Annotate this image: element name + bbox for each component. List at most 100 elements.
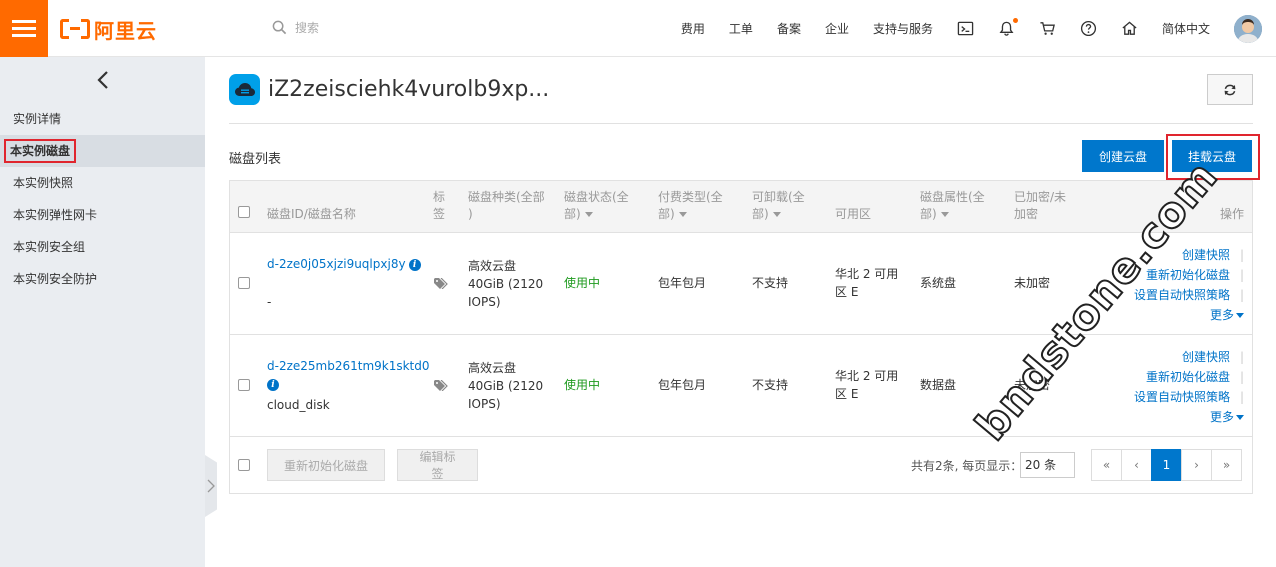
chevron-right-icon [207,479,215,493]
col-encrypted: 已加密/未 加密 [1014,190,1067,221]
disk-name: - [267,295,272,309]
notification-dot [1012,18,1018,23]
disk-attribute: 数据盘 [920,378,957,392]
col-disk-status[interactable]: 磁盘状态(全 部) [564,189,629,223]
reinit-disk-link[interactable]: 重新初始化磁盘 | [1134,367,1244,387]
row-checkbox[interactable] [238,379,250,391]
disk-id-link[interactable]: d-2ze25mb261tm9k1sktd0 [267,359,430,373]
disk-type: 高效云盘 40GiB (2120 IOPS) [468,361,544,411]
col-detachable[interactable]: 可卸载(全 部) [752,189,805,223]
language-switch[interactable]: 简体中文 [1150,20,1222,37]
more-dropdown[interactable]: 更多 [1134,305,1244,325]
next-page-button[interactable]: › [1181,449,1212,481]
page-size-select[interactable]: 20 条 [1020,452,1075,478]
col-actions: 操作 [1219,207,1244,221]
logo-text: 阿里云 [94,18,157,43]
sidebar-item-elastic-nic[interactable]: 本实例弹性网卡 [0,199,205,231]
prev-page-button[interactable]: ‹ [1121,449,1152,481]
create-snapshot-link[interactable]: 创建快照 | [1134,347,1244,367]
nav-fees[interactable]: 费用 [669,20,717,37]
caret-down-icon [1236,313,1244,318]
billing-type: 包年包月 [658,378,707,392]
tag-icon[interactable] [434,278,448,289]
pagination-total: 共有2条, 每页显示： [911,459,1023,473]
search-input[interactable] [295,20,495,35]
create-disk-button[interactable]: 创建云盘 [1082,140,1164,172]
disk-id-link[interactable]: d-2ze0j05xjzi9uqlpxj8y [267,257,406,271]
caret-down-icon [678,212,687,217]
logo[interactable]: 阿里云 [60,17,157,43]
aliyun-logo-icon [60,19,90,39]
user-avatar[interactable] [1234,14,1262,43]
sidebar-item-security-protection[interactable]: 本实例安全防护 [0,263,205,295]
sidebar-item-instance-snapshots[interactable]: 本实例快照 [0,167,205,199]
nav-support[interactable]: 支持与服务 [861,20,945,37]
footer-select-all-checkbox[interactable] [238,459,250,471]
col-disk-attribute[interactable]: 磁盘属性(全 部) [920,189,985,223]
nav-tickets[interactable]: 工单 [717,20,765,37]
search-box [272,20,495,35]
sidebar-collapse-button[interactable] [0,57,205,102]
status-badge: 使用中 [564,378,601,392]
pagination: « ‹ 1 › » [1091,449,1242,481]
info-icon[interactable]: i [267,378,279,391]
disk-table: 磁盘ID/磁盘名称 标签 磁盘种类(全部) 磁盘状态(全 部) 付费类型(全 部) … [229,180,1253,494]
col-tag: 标签 [433,190,446,221]
terminal-icon[interactable] [945,20,986,37]
disk-attribute: 系统盘 [920,276,957,290]
bell-icon[interactable] [986,18,1027,37]
tag-icon[interactable] [434,380,448,391]
billing-type: 包年包月 [658,276,707,290]
chevron-left-icon [96,70,108,89]
encryption-status: 未加密 [1014,276,1051,290]
disk-name: cloud_disk [267,398,330,412]
sidebar-item-instance-details[interactable]: 实例详情 [0,103,205,135]
sidebar-item-security-group[interactable]: 本实例安全组 [0,231,205,263]
zone: 华北 2 可用区 E [835,267,899,299]
cart-icon[interactable] [1027,20,1068,37]
nav-icp[interactable]: 备案 [765,20,813,37]
table-footer: 重新初始化磁盘 编辑标签 共有2条, 每页显示： 20 条 « ‹ 1 › » [230,437,1252,493]
last-page-button[interactable]: » [1211,449,1242,481]
table-header: 磁盘ID/磁盘名称 标签 磁盘种类(全部) 磁盘状态(全 部) 付费类型(全 部) … [230,181,1252,233]
auto-snapshot-policy-link[interactable]: 设置自动快照策略 | [1134,285,1244,305]
col-disk-type[interactable]: 磁盘种类(全部) [468,189,545,223]
table-row: d-2ze25mb261tm9k1sktd0 i cloud_disk 高效云盘 4… [230,335,1252,437]
home-icon[interactable] [1109,20,1150,37]
cloud-server-icon [229,74,260,105]
sidebar-item-instance-disks[interactable]: 本实例磁盘 [0,135,205,167]
select-all-checkbox[interactable] [238,206,250,218]
info-icon[interactable]: i [408,258,421,271]
sidebar-toggle-handle[interactable] [205,455,217,517]
sidebar: 实例详情 本实例磁盘 本实例快照 本实例弹性网卡 本实例安全组 本实例安全防护 [0,57,205,567]
caret-down-icon [584,212,593,217]
status-badge: 使用中 [564,276,601,290]
refresh-icon [1224,84,1236,95]
top-nav: 费用 工单 备案 企业 支持与服务 简体中文 [669,0,1276,57]
detachable: 不支持 [752,276,789,290]
refresh-button[interactable] [1207,74,1253,105]
nav-enterprise[interactable]: 企业 [813,20,861,37]
zone: 华北 2 可用区 E [835,369,899,401]
caret-down-icon [772,212,781,217]
row-actions: 创建快照 | 重新初始化磁盘 | 设置自动快照策略 | 更多 [1134,347,1244,427]
col-zone: 可用区 [835,207,872,221]
first-page-button[interactable]: « [1091,449,1122,481]
disk-list-title: 磁盘列表 [229,152,282,167]
page-1-button[interactable]: 1 [1151,449,1182,481]
row-checkbox[interactable] [238,277,250,289]
auto-snapshot-policy-link[interactable]: 设置自动快照策略 | [1134,387,1244,407]
more-dropdown[interactable]: 更多 [1134,407,1244,427]
menu-icon[interactable] [0,0,48,57]
search-icon [272,20,287,35]
reinit-disk-button[interactable]: 重新初始化磁盘 [267,449,385,481]
top-bar: 阿里云 费用 工单 备案 企业 支持与服务 简体中文 [0,0,1276,57]
col-billing-type[interactable]: 付费类型(全 部) [658,189,723,223]
help-icon[interactable] [1068,20,1109,37]
caret-down-icon [1236,415,1244,420]
page-title: iZ2zeisciehk4vurolb9xp... [268,77,550,102]
detachable: 不支持 [752,378,789,392]
caret-down-icon [940,212,949,217]
col-disk-id: 磁盘ID/磁盘名称 [267,207,356,221]
edit-tags-button[interactable]: 编辑标签 [397,449,478,481]
